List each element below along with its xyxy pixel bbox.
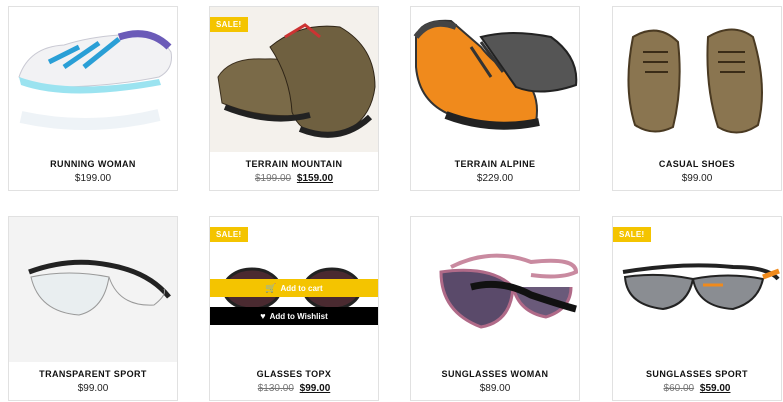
product-price: $60.00 $59.00 (613, 383, 781, 394)
product-image-terrain-alpine[interactable] (411, 7, 579, 152)
product-price: $89.00 (411, 383, 579, 394)
product-price: $99.00 (613, 173, 781, 184)
product-name[interactable]: SUNGLASSES SPORT (613, 369, 781, 379)
sale-badge: SALE! (210, 227, 248, 242)
product-card-terrain-mountain[interactable]: SALE! TERRAIN MOUNTAIN $199.00 $159.00 (209, 6, 379, 191)
product-image-casual-shoes[interactable] (613, 7, 781, 152)
product-card-terrain-alpine[interactable]: TERRAIN ALPINE $229.00 (410, 6, 580, 191)
product-name[interactable]: RUNNING WOMAN (9, 159, 177, 169)
product-price: $199.00 (9, 173, 177, 184)
product-name[interactable]: TRANSPARENT SPORT (9, 369, 177, 379)
current-price: $59.00 (699, 383, 731, 394)
product-price: $229.00 (411, 173, 579, 184)
product-card-sunglasses-woman[interactable]: SUNGLASSES WOMAN $89.00 (410, 216, 580, 401)
current-price: $199.00 (74, 173, 112, 184)
current-price: $99.00 (77, 383, 109, 394)
product-image-transparent-sport[interactable] (9, 217, 177, 362)
add-to-cart-label: Add to cart (280, 284, 323, 293)
add-to-wishlist-label: Add to Wishlist (269, 312, 328, 321)
product-card-sunglasses-sport[interactable]: SALE! SUNGLASSES SPORT $60.00 $59.00 (612, 216, 782, 401)
product-price: $130.00 $99.00 (210, 383, 378, 394)
product-card-running-woman[interactable]: RUNNING WOMAN $199.00 (8, 6, 178, 191)
sale-badge: SALE! (210, 17, 248, 32)
heart-icon: ♥ (260, 311, 266, 321)
add-to-cart-button[interactable]: 🛒 Add to cart (210, 279, 378, 297)
cart-icon: 🛒 (265, 283, 277, 293)
add-to-wishlist-button[interactable]: ♥ Add to Wishlist (210, 307, 378, 325)
current-price: $99.00 (299, 383, 331, 394)
current-price: $229.00 (476, 173, 514, 184)
product-name[interactable]: TERRAIN ALPINE (411, 159, 579, 169)
sale-badge: SALE! (613, 227, 651, 242)
old-price: $130.00 (257, 383, 294, 394)
current-price: $99.00 (681, 173, 713, 184)
current-price: $159.00 (296, 173, 334, 184)
product-price: $99.00 (9, 383, 177, 394)
old-price: $60.00 (663, 383, 695, 394)
product-image-sunglasses-woman[interactable] (411, 217, 579, 362)
current-price: $89.00 (479, 383, 511, 394)
product-name[interactable]: SUNGLASSES WOMAN (411, 369, 579, 379)
product-card-transparent-sport[interactable]: TRANSPARENT SPORT $99.00 (8, 216, 178, 401)
product-name[interactable]: TERRAIN MOUNTAIN (210, 159, 378, 169)
product-card-glasses-topx[interactable]: SALE! 🛒 Add to cart ♥ Add to Wishlist GLAS… (209, 216, 379, 401)
product-card-casual-shoes[interactable]: CASUAL SHOES $99.00 (612, 6, 782, 191)
product-name[interactable]: CASUAL SHOES (613, 159, 781, 169)
old-price: $199.00 (254, 173, 292, 184)
product-name[interactable]: GLASSES TOPX (210, 369, 378, 379)
product-price: $199.00 $159.00 (210, 173, 378, 184)
product-image-running-woman[interactable] (9, 7, 177, 152)
